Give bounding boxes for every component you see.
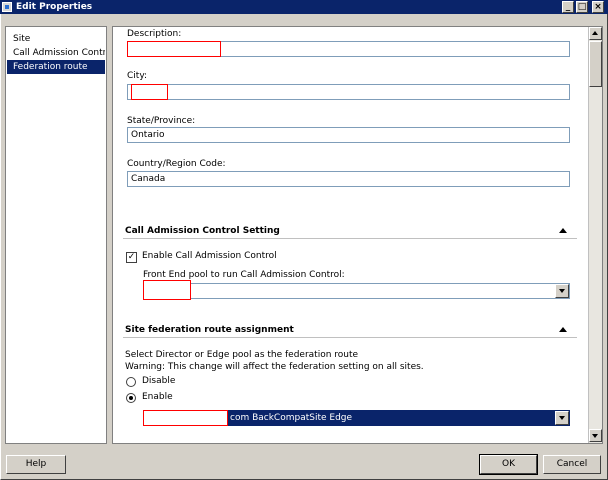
close-button[interactable]: × xyxy=(592,1,604,13)
federation-instruction: Select Director or Edge pool as the fede… xyxy=(125,350,359,360)
fe-pool-label: Front End pool to run Call Admission Con… xyxy=(143,270,345,280)
enable-radio[interactable] xyxy=(126,393,136,403)
federation-section-header[interactable]: Site federation route assignment xyxy=(125,323,573,337)
cac-section-title: Call Admission Control Setting xyxy=(125,226,280,236)
collapse-up-icon[interactable] xyxy=(559,228,567,233)
redaction-box xyxy=(131,84,168,100)
properties-panel: Description: City: State/Province: Ontar… xyxy=(112,26,603,444)
title-bar: Edit Properties _ □ × xyxy=(0,0,608,14)
city-label: City: xyxy=(127,71,148,81)
section-divider xyxy=(123,337,577,338)
scroll-thumb[interactable] xyxy=(589,41,602,87)
fe-pool-dropdown[interactable] xyxy=(143,283,570,299)
ok-button[interactable]: OK xyxy=(479,454,538,475)
federation-section-title: Site federation route assignment xyxy=(125,325,294,335)
chevron-down-icon[interactable] xyxy=(555,411,569,425)
federation-route-value: com BackCompatSite Edge xyxy=(230,413,353,423)
country-input[interactable]: Canada xyxy=(127,171,570,187)
vertical-scrollbar[interactable] xyxy=(588,27,602,443)
redaction-box xyxy=(127,41,221,57)
sidebar-nav: Site Call Admission Control Federation r… xyxy=(5,26,107,444)
chevron-down-icon[interactable] xyxy=(555,284,569,298)
redaction-box xyxy=(143,280,191,300)
nav-item-site[interactable]: Site xyxy=(7,32,105,46)
city-input[interactable] xyxy=(127,84,570,100)
enable-label: Enable xyxy=(142,392,173,402)
section-divider xyxy=(123,238,577,239)
help-button[interactable]: Help xyxy=(6,455,66,474)
enable-cac-checkbox[interactable]: ✓ xyxy=(126,252,137,263)
federation-warning: Warning: This change will affect the fed… xyxy=(125,362,424,372)
maximize-button[interactable]: □ xyxy=(576,1,588,13)
minimize-button[interactable]: _ xyxy=(562,1,574,13)
scroll-down-icon[interactable] xyxy=(589,429,602,442)
nav-item-call-admission-control[interactable]: Call Admission Control xyxy=(7,46,105,60)
app-icon xyxy=(2,2,12,12)
scroll-up-icon[interactable] xyxy=(589,27,602,40)
state-label: State/Province: xyxy=(127,116,196,126)
window-title: Edit Properties xyxy=(16,2,93,12)
disable-radio[interactable] xyxy=(126,377,136,387)
cancel-button[interactable]: Cancel xyxy=(543,455,601,474)
country-label: Country/Region Code: xyxy=(127,159,226,169)
redaction-box xyxy=(143,410,228,426)
enable-cac-label: Enable Call Admission Control xyxy=(142,251,277,261)
state-input[interactable]: Ontario xyxy=(127,127,570,143)
nav-item-federation-route[interactable]: Federation route xyxy=(7,60,105,74)
description-label: Description: xyxy=(127,29,182,39)
disable-label: Disable xyxy=(142,376,176,386)
collapse-up-icon[interactable] xyxy=(559,327,567,332)
cac-section-header[interactable]: Call Admission Control Setting xyxy=(125,224,573,238)
